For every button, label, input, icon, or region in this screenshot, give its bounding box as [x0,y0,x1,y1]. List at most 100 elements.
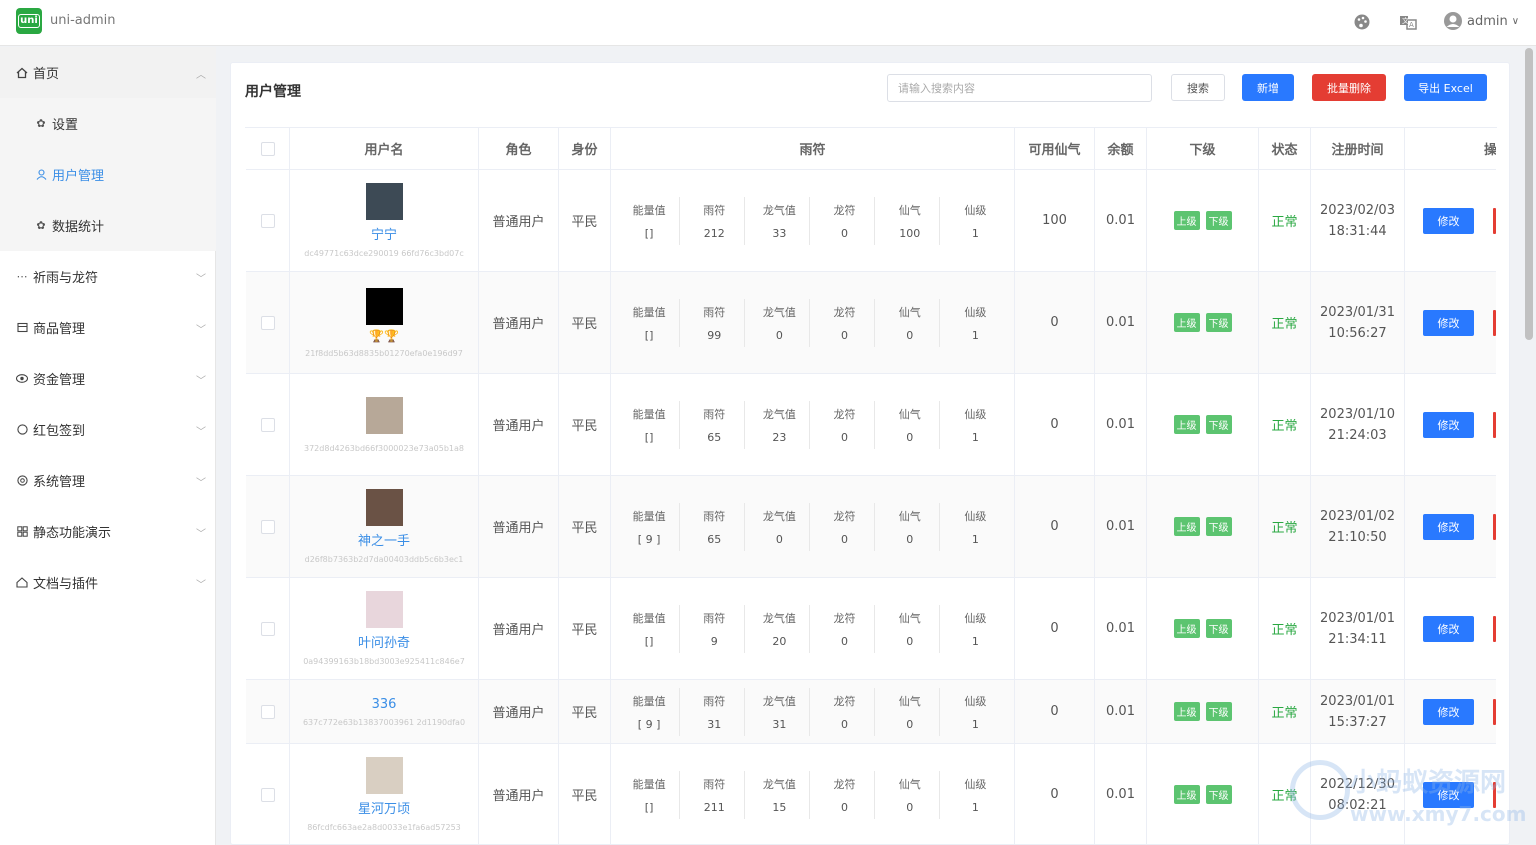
tag-up-button[interactable]: 上级 [1173,517,1200,536]
yufu-stat: 仙级 1 [964,694,987,731]
yufu-stat: 仙气 0 [880,604,941,653]
tag-up-button[interactable]: 上级 [1173,785,1200,804]
username-link[interactable]: 宁宁 [371,224,397,243]
tag-down-button[interactable]: 下级 [1205,415,1232,434]
sidebar-item-data-stats[interactable]: ✿ 数据统计 [0,200,216,251]
sidebar-item-rain-dragon[interactable]: ⋯ 祈雨与龙符 ﹀ [0,251,216,302]
yufu-stat: 仙级 1 [964,509,987,546]
sidebar-item-system[interactable]: 系统管理 ﹀ [0,455,216,506]
identity-cell: 平民 [559,272,611,373]
watermark-logo [1290,760,1350,820]
delete-button[interactable] [1493,698,1496,725]
yufu-stat: 雨符 9 [685,604,745,653]
user-menu[interactable]: admin ∨ [1443,10,1519,32]
yufu-stat: 仙级 1 [964,203,987,240]
delete-button[interactable] [1493,615,1496,642]
edit-button[interactable]: 修改 [1423,513,1474,540]
row-checkbox[interactable] [260,787,275,802]
row-checkbox[interactable] [260,213,275,228]
svg-text:A: A [1409,21,1414,29]
delete-button[interactable] [1493,207,1496,234]
reg-time-cell: 2023/02/03 18:31:44 [1311,170,1405,271]
sidebar-item-user-management[interactable]: 用户管理 [0,149,216,200]
tag-down-button[interactable]: 下级 [1205,313,1232,332]
edit-button[interactable]: 修改 [1423,411,1474,438]
search-button[interactable]: 搜索 [1171,74,1225,101]
select-all-checkbox[interactable] [260,141,275,156]
yufu-cell: 能量值[] 雨符 211 龙气值 15 龙符 0 仙气 0 仙级 1 [611,744,1015,844]
app-logo[interactable]: uni [16,8,42,34]
username-link[interactable]: 星河万顷 [358,798,410,817]
tag-down-button[interactable]: 下级 [1205,702,1232,721]
table-row: 336 637c772e63b13837003961 2d1190dfa0 普通用户… [246,680,1496,744]
tag-down-button[interactable]: 下级 [1205,517,1232,536]
table-row: 宁宁 dc49771c63dce290019 66fd76c3bd07c 普通用户平… [246,170,1496,272]
dots-icon: ⋯ [16,270,28,283]
yufu-stat: 能量值[ 9 ] [620,502,680,551]
gear-icon: ✿ [36,117,46,130]
yufu-stat: 仙气 0 [880,400,941,449]
yufu-stat: 仙级 1 [964,611,987,648]
sidebar-item-docs[interactable]: 文档与插件 ﹀ [0,557,216,608]
doc-icon [15,577,29,588]
edit-button[interactable]: 修改 [1423,207,1474,234]
table-header-row: 用户名 角色 身份 雨符 可用仙气 余额 下级 状态 注册时间 操作 [246,128,1496,170]
tag-down-button[interactable]: 下级 [1205,785,1232,804]
delete-button[interactable] [1493,309,1496,336]
tag-up-button[interactable]: 上级 [1173,313,1200,332]
sub-cell: 上级 下级 [1147,374,1259,475]
row-checkbox[interactable] [260,315,275,330]
yufu-stat: 雨符 65 [685,400,745,449]
yufu-stat: 龙气值 20 [750,604,810,653]
delete-button[interactable] [1493,411,1496,438]
edit-button[interactable]: 修改 [1423,309,1474,336]
status-badge: 正常 [1259,170,1311,271]
username-link[interactable]: 神之一手 [358,530,410,549]
tag-up-button[interactable]: 上级 [1173,702,1200,721]
add-button[interactable]: 新增 [1242,74,1294,101]
reg-time-cell: 2023/01/01 21:34:11 [1311,578,1405,679]
identity-cell: 平民 [559,744,611,844]
username-link[interactable]: 336 [372,697,397,712]
svg-text:文: 文 [1402,16,1409,25]
yufu-stat: 龙符 0 [815,687,876,736]
tag-down-button[interactable]: 下级 [1205,619,1232,638]
balance-cell: 0.01 [1095,170,1147,271]
row-checkbox[interactable] [260,621,275,636]
page-scrollbar[interactable] [1525,48,1533,340]
row-checkbox[interactable] [260,417,275,432]
header-available: 可用仙气 [1015,128,1095,169]
table-row: 🏆🏆 21f8dd5b63d8835b01270efa0e196d97 普通用户 平民… [246,272,1496,374]
role-cell: 普通用户 [479,374,559,475]
sidebar-item-redpacket[interactable]: 红包签到 ﹀ [0,404,216,455]
batch-delete-button[interactable]: 批量删除 [1312,74,1386,101]
tag-up-button[interactable]: 上级 [1173,415,1200,434]
search-input[interactable] [887,74,1152,102]
sidebar-item-home[interactable]: 首页 ︿ [0,47,216,98]
sidebar-item-static-demo[interactable]: 静态功能演示 ﹀ [0,506,216,557]
yufu-stat: 仙气 0 [880,770,941,819]
sidebar-item-settings[interactable]: ✿ 设置 [0,98,216,149]
edit-button[interactable]: 修改 [1423,615,1474,642]
username-link[interactable]: 叶问孙奇 [358,632,410,651]
translate-icon[interactable]: 文A [1398,12,1418,32]
identity-cell: 平民 [559,374,611,475]
palette-icon[interactable] [1352,12,1372,32]
user-id: 637c772e63b13837003961 2d1190dfa0 [302,717,466,727]
identity-cell: 平民 [559,578,611,679]
export-excel-button[interactable]: 导出 Excel [1404,74,1487,101]
edit-button[interactable]: 修改 [1423,698,1474,725]
tag-up-button[interactable]: 上级 [1173,619,1200,638]
yufu-stat: 仙级 1 [964,407,987,444]
sidebar-item-funds[interactable]: 资金管理 ﹀ [0,353,216,404]
row-checkbox[interactable] [260,519,275,534]
available-cell: 0 [1015,374,1095,475]
yufu-stat: 能量值[] [620,604,680,653]
status-badge: 正常 [1259,476,1311,577]
sidebar-item-goods[interactable]: 商品管理 ﹀ [0,302,216,353]
yufu-stat: 仙气 0 [880,502,941,551]
tag-up-button[interactable]: 上级 [1173,211,1200,230]
row-checkbox[interactable] [260,704,275,719]
delete-button[interactable] [1493,513,1496,540]
tag-down-button[interactable]: 下级 [1205,211,1232,230]
